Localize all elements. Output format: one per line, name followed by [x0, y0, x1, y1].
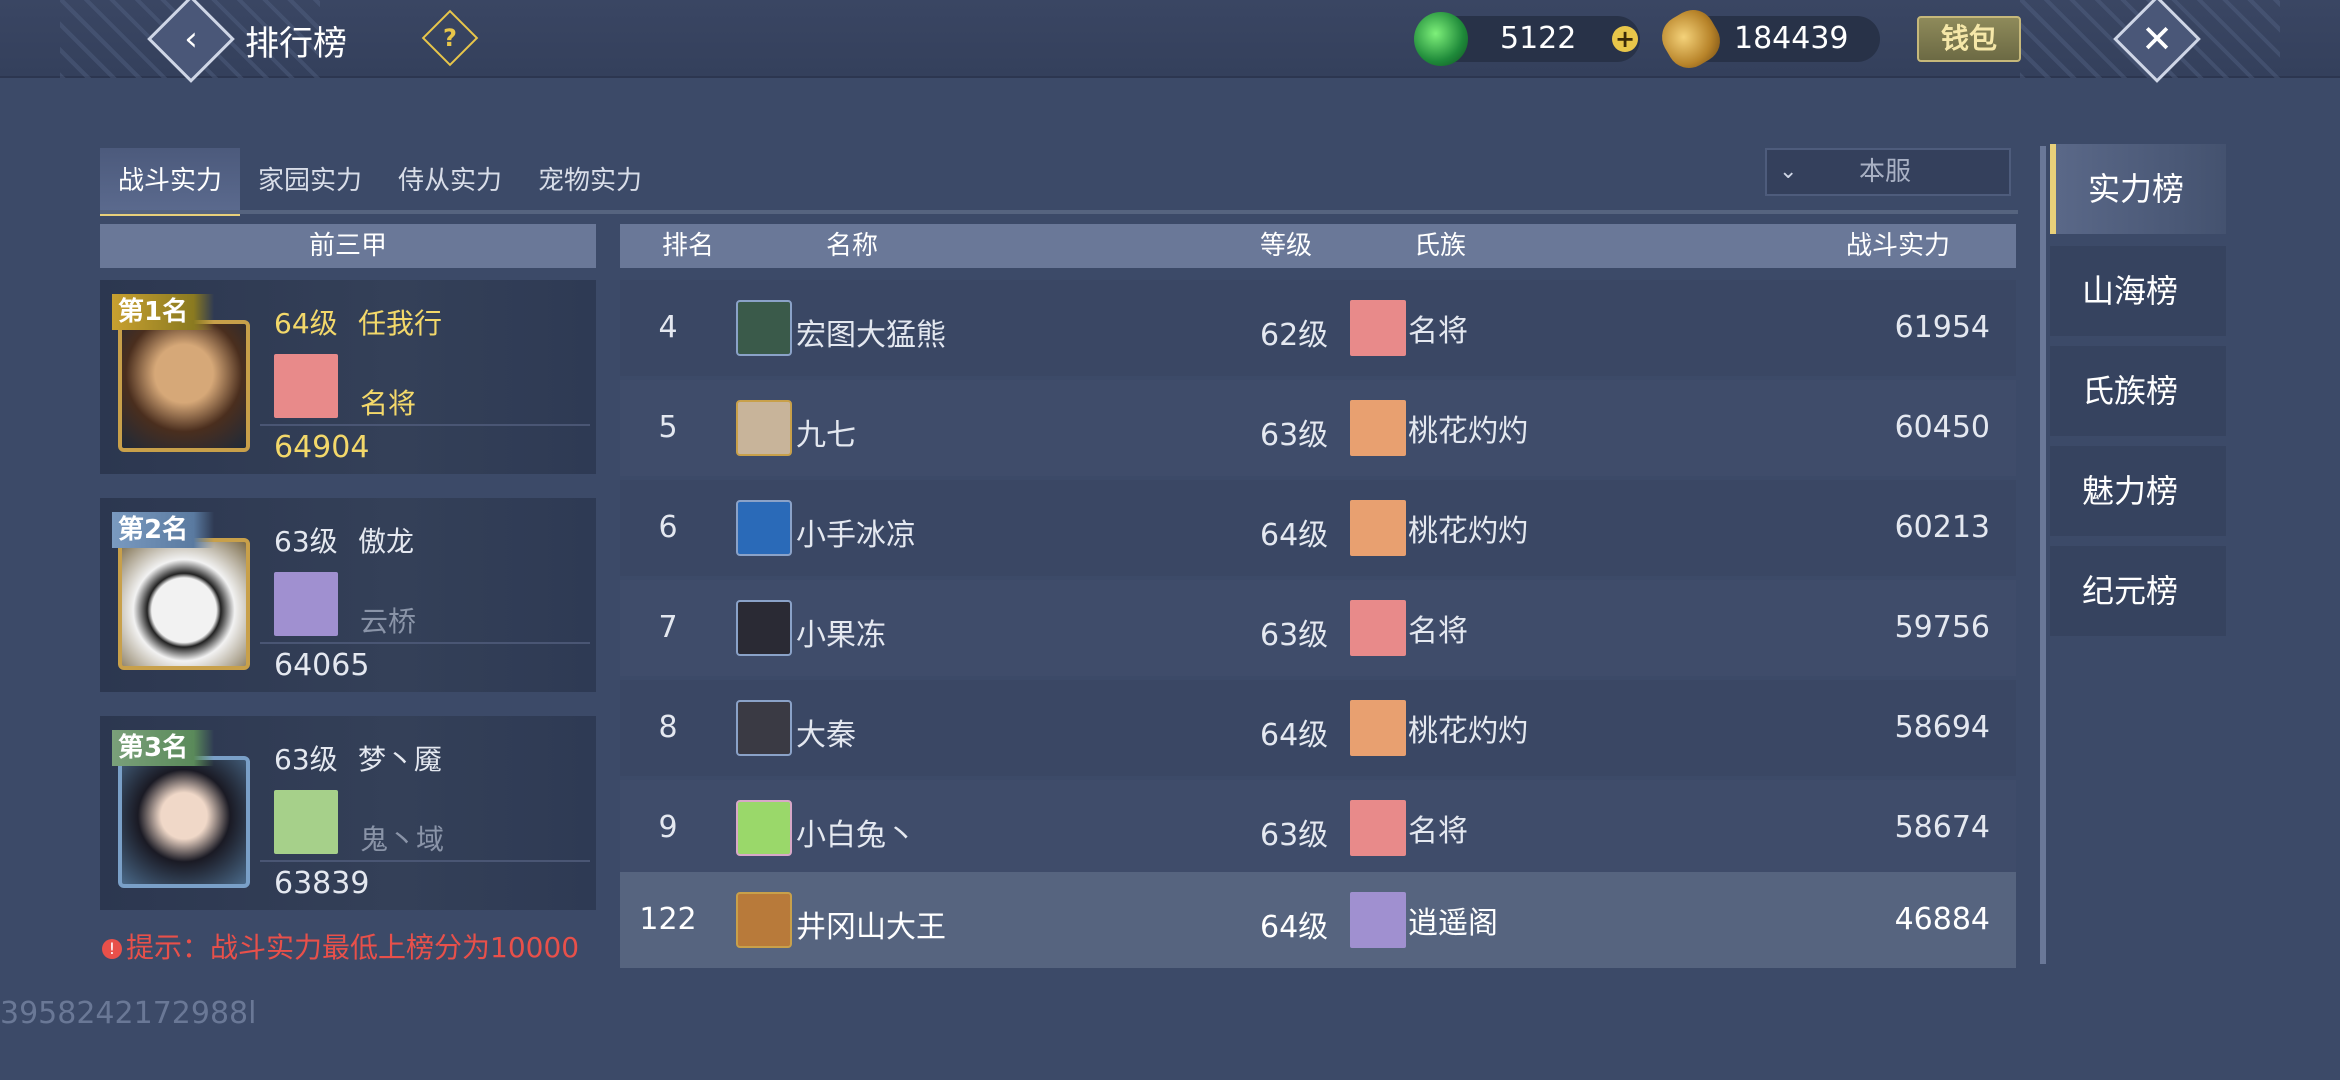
warning-icon: ! [102, 939, 122, 959]
top-bar: ‹ 排行榜 ? 5122 + 184439 钱包 ✕ [0, 0, 2340, 83]
avatar [736, 500, 792, 556]
top3-card-2[interactable]: 第2名 63级 傲龙 云桥 64065 [100, 498, 596, 692]
avatar [736, 700, 792, 756]
top3-card-3[interactable]: 第3名 63级 梦丶魇 鬼丶域 63839 [100, 716, 596, 910]
clan-emblem-icon [1350, 700, 1406, 756]
top3-header: 前三甲 [100, 224, 596, 268]
divider [260, 860, 590, 862]
coin-icon [1654, 2, 1728, 76]
col-level: 等级 [1260, 231, 1313, 261]
combat-power: 63839 [274, 866, 370, 901]
table-row[interactable]: 7 小果冻 63级 名将 59756 [620, 580, 2016, 676]
avatar [118, 538, 250, 670]
tab-pet-power[interactable]: 宠物实力 [520, 148, 660, 216]
table-row[interactable]: 4 宏图大猛熊 62级 名将 61954 [620, 280, 2016, 376]
col-power: 战斗实力 [1846, 231, 1951, 261]
server-value: 本服 [1859, 157, 1912, 187]
clan-name: 名将 [360, 387, 417, 420]
side-tab-era[interactable]: 纪元榜 [2050, 546, 2226, 636]
player-name: 任我行 [358, 307, 443, 340]
table-row[interactable]: 9 小白兔丶 63级 名将 58674 [620, 780, 2016, 876]
user-id: 3958242172988l [0, 996, 257, 1031]
help-icon[interactable]: ? [421, 9, 479, 67]
clan-emblem-icon [274, 572, 338, 636]
combat-power: 64065 [274, 648, 370, 683]
coin-currency: 184439 [1654, 2, 1880, 76]
side-tab-clan[interactable]: 氏族榜 [2050, 346, 2226, 436]
col-rank: 排名 [662, 231, 715, 261]
divider [260, 424, 590, 426]
jade-icon [1414, 12, 1468, 66]
rank-badge: 第2名 [112, 512, 215, 548]
avatar [736, 300, 792, 356]
back-arrow-icon: ‹ [184, 19, 198, 59]
jade-amount: 5122 [1500, 21, 1577, 56]
page-title: 排行榜 [245, 24, 347, 64]
col-clan: 氏族 [1414, 231, 1467, 261]
divider [260, 642, 590, 644]
player-level: 63级 [274, 525, 338, 558]
tabs-underline [100, 210, 2018, 214]
avatar [118, 756, 250, 888]
jade-currency: 5122 + [1414, 12, 1640, 66]
add-jade-icon[interactable]: + [1612, 26, 1638, 52]
col-name: 名称 [826, 231, 879, 261]
server-dropdown[interactable]: ⌄ 本服 [1765, 148, 2011, 196]
tab-servant-power[interactable]: 侍从实力 [380, 148, 520, 216]
avatar [736, 600, 792, 656]
top3-card-1[interactable]: 第1名 64级 任我行 名将 64904 [100, 280, 596, 474]
player-name: 梦丶魇 [358, 743, 443, 776]
tab-combat-power[interactable]: 战斗实力 [100, 148, 241, 216]
my-rank-row[interactable]: 122 井冈山大王 64级 逍遥阁 46884 [620, 872, 2016, 968]
table-row[interactable]: 8 大秦 64级 桃花灼灼 58694 [620, 680, 2016, 776]
avatar [736, 400, 792, 456]
tab-home-power[interactable]: 家园实力 [240, 148, 380, 216]
wallet-button[interactable]: 钱包 [1917, 16, 2021, 62]
clan-emblem-icon [1350, 892, 1406, 948]
rank-badge: 第3名 [112, 730, 215, 766]
coin-amount: 184439 [1734, 21, 1849, 56]
clan-emblem-icon [1350, 800, 1406, 856]
clan-name: 鬼丶域 [360, 823, 445, 856]
rank-badge: 第1名 [112, 294, 215, 330]
avatar [118, 320, 250, 452]
table-row[interactable]: 5 九七 63级 桃花灼灼 60450 [620, 380, 2016, 476]
close-icon: ✕ [2141, 17, 2173, 61]
clan-emblem-icon [1350, 600, 1406, 656]
player-level: 63级 [274, 743, 338, 776]
avatar [736, 800, 792, 856]
side-tab-shanhai[interactable]: 山海榜 [2050, 246, 2226, 336]
clan-emblem-icon [1350, 400, 1406, 456]
side-tab-charm[interactable]: 魅力榜 [2050, 446, 2226, 536]
side-tab-power[interactable]: 实力榜 [2050, 144, 2226, 234]
avatar [736, 892, 792, 948]
chevron-down-icon: ⌄ [1779, 159, 1798, 184]
scrollbar[interactable] [2040, 146, 2046, 964]
combat-power: 64904 [274, 430, 370, 465]
clan-emblem-icon [1350, 500, 1406, 556]
clan-name: 云桥 [360, 605, 417, 638]
player-name: 傲龙 [358, 525, 415, 558]
table-header: 排名 名称 等级 氏族 战斗实力 [620, 224, 2016, 268]
clan-emblem-icon [1350, 300, 1406, 356]
clan-emblem-icon [274, 354, 338, 418]
table-row[interactable]: 6 小手冰凉 64级 桃花灼灼 60213 [620, 480, 2016, 576]
player-level: 64级 [274, 307, 338, 340]
hint-text: ! 提示：战斗实力最低上榜分为10000 [102, 926, 579, 966]
category-tabs: 战斗实力 家园实力 侍从实力 宠物实力 [100, 148, 660, 216]
clan-emblem-icon [274, 790, 338, 854]
